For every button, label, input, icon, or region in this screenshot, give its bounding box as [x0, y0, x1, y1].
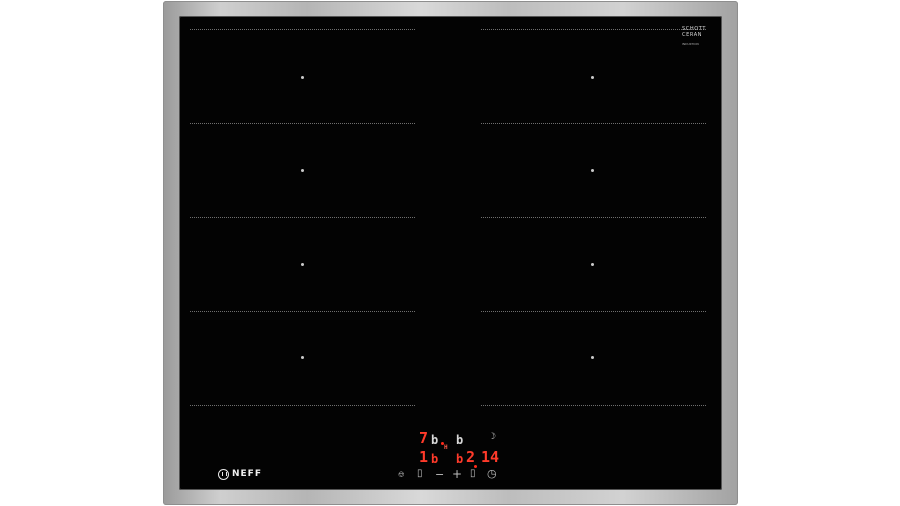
clock-icon[interactable]: ◷ — [487, 468, 497, 479]
zone-line — [481, 217, 706, 218]
key-icon[interactable]: ▯ — [417, 469, 423, 479]
bottom-left-level: b — [431, 452, 439, 466]
timer-icon[interactable]: ▯ — [470, 469, 476, 479]
zone-center-marker — [591, 263, 594, 266]
zone-line — [190, 123, 415, 124]
zone-center-marker — [301, 169, 304, 172]
badge-sub-text: INDUKTION — [682, 42, 699, 46]
zone-center-marker — [301, 263, 304, 266]
zone-line — [190, 405, 415, 406]
zone-center-marker — [591, 76, 594, 79]
top-left-power-digit: 7 — [419, 429, 429, 447]
bell-icon[interactable]: ☽ — [488, 433, 496, 442]
ceramic-glass-cooktop — [179, 16, 722, 490]
zone-center-marker — [301, 76, 304, 79]
schott-ceran-badge: SCHOTT CERAN INDUKTION — [682, 26, 712, 54]
zone-line — [190, 217, 415, 218]
plus-button[interactable]: + — [452, 468, 462, 480]
bottom-mid-power-digit: 2 — [466, 448, 476, 466]
zone-line — [481, 123, 706, 124]
bottom-left-power-digit: 1 — [419, 448, 429, 466]
zone-line — [481, 29, 706, 30]
zone-center-marker — [301, 356, 304, 359]
zone-line — [481, 405, 706, 406]
zone-line — [481, 311, 706, 312]
mid-indicator: H — [444, 444, 448, 451]
badge-line-2: CERAN — [682, 32, 703, 38]
neff-logo-text: NEFF — [232, 469, 262, 479]
top-left-level: b — [431, 433, 439, 447]
timer-display: 14 — [481, 448, 500, 466]
neff-logo-icon — [218, 468, 229, 480]
zone-center-marker — [591, 169, 594, 172]
minus-button[interactable]: − — [435, 469, 444, 480]
neff-logo: NEFF — [218, 468, 262, 480]
power-icon[interactable]: ⎊ — [398, 471, 404, 479]
zone-line — [190, 311, 415, 312]
zone-center-marker — [591, 356, 594, 359]
top-right-level: b — [456, 433, 464, 447]
zone-line — [190, 29, 415, 30]
bottom-mid-level: b — [456, 452, 464, 466]
